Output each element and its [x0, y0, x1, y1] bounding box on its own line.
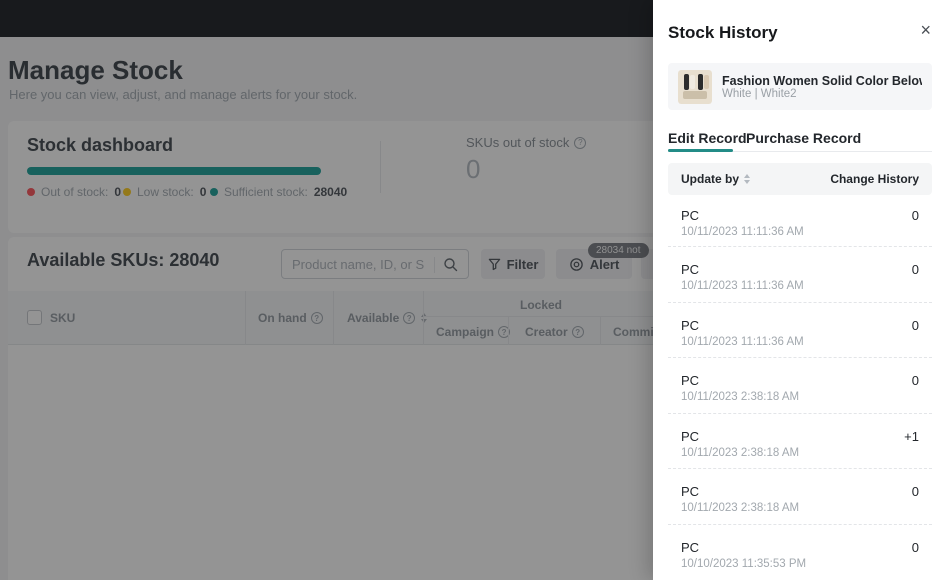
- update-by-header[interactable]: Update by: [681, 172, 750, 186]
- record-user: PC: [681, 484, 699, 499]
- record-change: 0: [912, 484, 919, 499]
- stage: Manage Stock Here you can view, adjust, …: [0, 0, 947, 580]
- record-change: 0: [912, 540, 919, 555]
- product-thumbnail-socks: [678, 70, 712, 104]
- history-record: PC 0 10/11/2023 2:38:18 AM: [668, 358, 932, 414]
- tab-purchase-record[interactable]: Purchase Record: [746, 130, 861, 146]
- record-user: PC: [681, 318, 699, 333]
- record-user: PC: [681, 208, 699, 223]
- record-change: +1: [904, 429, 919, 444]
- drawer-product-card: Fashion Women Solid Color Below Knee S..…: [668, 63, 932, 110]
- record-change: 0: [912, 208, 919, 223]
- history-list-header: Update by Change History: [668, 163, 932, 195]
- drawer-title: Stock History: [668, 23, 778, 43]
- history-record: PC 0 10/11/2023 11:11:36 AM: [668, 247, 932, 303]
- record-time: 10/11/2023 2:38:18 AM: [681, 391, 799, 403]
- history-record: PC +1 10/11/2023 2:38:18 AM: [668, 414, 932, 469]
- record-time: 10/11/2023 11:11:36 AM: [681, 280, 804, 292]
- history-record: PC 0 10/10/2023 11:35:53 PM: [668, 525, 932, 580]
- record-user: PC: [681, 429, 699, 444]
- record-change: 0: [912, 262, 919, 277]
- record-time: 10/10/2023 11:35:53 PM: [681, 558, 806, 570]
- tab-edit-record[interactable]: Edit Record: [668, 130, 747, 146]
- sort-icon[interactable]: [744, 174, 750, 184]
- drawer-product-name: Fashion Women Solid Color Below Knee S..…: [722, 74, 922, 88]
- history-record: PC 0 10/11/2023 2:38:18 AM: [668, 469, 932, 525]
- drawer-product-variant: White | White2: [722, 88, 922, 100]
- active-tab-underline: [668, 149, 733, 152]
- history-record: PC 0 10/11/2023 11:11:36 AM: [668, 303, 932, 358]
- history-record: PC 0 10/11/2023 11:11:36 AM: [668, 195, 932, 247]
- close-icon[interactable]: ×: [920, 22, 931, 38]
- record-time: 10/11/2023 2:38:18 AM: [681, 447, 799, 459]
- record-user: PC: [681, 262, 699, 277]
- record-time: 10/11/2023 11:11:36 AM: [681, 226, 804, 238]
- record-user: PC: [681, 540, 699, 555]
- record-change: 0: [912, 373, 919, 388]
- stock-history-drawer: Stock History × Fashion Women Solid Colo…: [653, 0, 947, 580]
- record-user: PC: [681, 373, 699, 388]
- update-by-label: Update by: [681, 172, 739, 186]
- record-time: 10/11/2023 2:38:18 AM: [681, 502, 799, 514]
- change-history-header: Change History: [830, 172, 919, 186]
- record-time: 10/11/2023 11:11:36 AM: [681, 336, 804, 348]
- record-change: 0: [912, 318, 919, 333]
